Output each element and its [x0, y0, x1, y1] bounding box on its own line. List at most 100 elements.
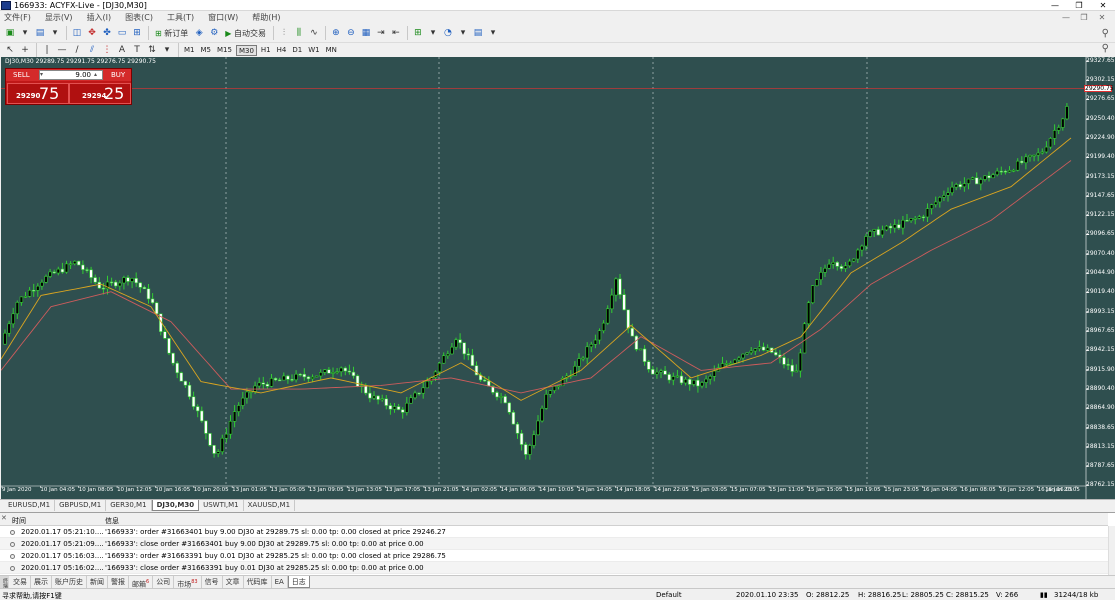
chart-tab-dj30[interactable]: DJ30,M30	[151, 500, 200, 511]
cursor-icon[interactable]: ↖	[3, 43, 17, 58]
candle-body	[224, 433, 229, 439]
data-window-icon[interactable]: ✥	[85, 26, 99, 41]
mdi-minimize-icon[interactable]: —	[1057, 11, 1075, 24]
dropdown-arrow-icon[interactable]: ▾	[426, 26, 440, 41]
log-row[interactable]: 2020.01.17 05:21:10.... '166933': order …	[0, 526, 1108, 538]
terminal-close-icon[interactable]: ✕	[1, 514, 7, 522]
terminal-icon[interactable]: ▭	[115, 26, 129, 41]
terminal-scrollbar[interactable]	[1108, 526, 1115, 576]
candlestick-icon[interactable]: ⫼	[292, 26, 306, 41]
indicators-icon[interactable]: ⊞	[411, 26, 425, 41]
menu-insert[interactable]: 插入(I)	[87, 11, 112, 24]
candle-body	[515, 423, 520, 434]
menu-view[interactable]: 显示(V)	[45, 11, 73, 24]
terminal-tab-history[interactable]: 账户历史	[52, 576, 87, 588]
dropdown-arrow-icon[interactable]: ▾	[48, 26, 62, 41]
autoscroll-icon[interactable]: ⇤	[389, 26, 403, 41]
mdi-restore-icon[interactable]: ❐	[1075, 11, 1093, 24]
timeframe-m5[interactable]: M5	[199, 45, 214, 56]
terminal-tab-signals[interactable]: 信号	[202, 576, 223, 588]
timeframe-m15[interactable]: M15	[215, 45, 234, 56]
dropdown-arrow-icon[interactable]: ▾	[456, 26, 470, 41]
dropdown-arrow-icon[interactable]: ▾	[18, 26, 32, 41]
profiles-icon[interactable]: ▤	[33, 26, 47, 41]
menu-window[interactable]: 窗口(W)	[208, 11, 238, 24]
timeframe-h4[interactable]: H4	[275, 45, 289, 56]
search-icon[interactable]: ⚲	[1102, 28, 1109, 39]
periods-icon[interactable]: ◔	[441, 26, 455, 41]
channel-icon[interactable]: ⫽	[85, 43, 99, 58]
templates-icon[interactable]: ▤	[471, 26, 485, 41]
options-icon[interactable]: ⚙	[207, 26, 221, 41]
menu-file[interactable]: 文件(F)	[4, 11, 31, 24]
chart-window[interactable]: DJ30,M30 29289.75 29291.75 29276.75 2929…	[1, 57, 1115, 499]
market-watch-icon[interactable]: ◫	[70, 26, 84, 41]
tile-windows-icon[interactable]: ▦	[359, 26, 373, 41]
auto-trading-button[interactable]: ▶ 自动交易	[222, 26, 269, 41]
crosshair-icon[interactable]: +	[18, 43, 32, 58]
chart-shift-icon[interactable]: ⇥	[374, 26, 388, 41]
menu-tools[interactable]: 工具(T)	[167, 11, 194, 24]
terminal-tab-news[interactable]: 新闻	[87, 576, 108, 588]
terminal-tab-mailbox[interactable]: 邮箱6	[129, 576, 154, 588]
terminal-tab-company[interactable]: 公司	[153, 576, 175, 588]
log-row[interactable]: 2020.01.17 05:16:02.... '166933': close …	[0, 562, 1108, 574]
log-row[interactable]: 2020.01.17 05:21:09.... '166933': close …	[0, 538, 1108, 550]
terminal-tab-market[interactable]: 市场83	[174, 576, 202, 588]
lot-increase-icon[interactable]: ▴	[94, 71, 97, 78]
fibonacci-icon[interactable]: ⋮	[100, 43, 114, 58]
sell-button[interactable]: SELL	[13, 71, 30, 80]
metaeditor-icon[interactable]: ◈	[192, 26, 206, 41]
terminal-tab-alerts[interactable]: 警报	[108, 576, 129, 588]
chart-tab-uswti[interactable]: USWTI,M1	[199, 500, 244, 511]
trendline-icon[interactable]: /	[70, 43, 84, 58]
mdi-close-icon[interactable]: ✕	[1093, 11, 1111, 24]
timeframe-m1[interactable]: M1	[182, 45, 197, 56]
chart-tab-eurusd[interactable]: EURUSD,M1	[4, 500, 56, 511]
sell-price-button[interactable]: 29290 75	[7, 83, 69, 104]
navigator-icon[interactable]: ✤	[100, 26, 114, 41]
chart-search-icon[interactable]: ⚲	[1102, 43, 1109, 54]
log-row[interactable]: 2020.01.17 05:16:03.... '166933': order …	[0, 550, 1108, 562]
close-icon[interactable]: ✕	[1091, 0, 1115, 11]
tester-icon[interactable]: ⊞	[130, 26, 144, 41]
price-chart[interactable]	[1, 57, 1115, 499]
minimize-icon[interactable]: —	[1043, 0, 1067, 11]
terminal-tab-journal[interactable]: 日志	[287, 576, 310, 588]
new-order-button[interactable]: ⊞ 新订单	[152, 26, 191, 41]
timeframe-mn[interactable]: MN	[324, 45, 339, 56]
bar-chart-icon[interactable]: ⫶	[277, 26, 291, 41]
terminal-tab-codebase[interactable]: 代码库	[244, 576, 272, 588]
vertical-line-icon[interactable]: |	[40, 43, 54, 58]
timeframe-h1[interactable]: H1	[259, 45, 273, 56]
text-icon[interactable]: A	[115, 43, 129, 58]
maximize-icon[interactable]: ❐	[1067, 0, 1091, 11]
arrows-icon[interactable]: ⇅	[145, 43, 159, 58]
menu-chart[interactable]: 图表(C)	[125, 11, 153, 24]
horizontal-line-icon[interactable]: —	[55, 43, 69, 58]
menu-help[interactable]: 帮助(H)	[252, 11, 280, 24]
terminal-tab-ea[interactable]: EA	[272, 576, 288, 588]
dropdown-arrow-icon[interactable]: ▾	[160, 43, 174, 58]
chart-tab-xauusd[interactable]: XAUUSD,M1	[244, 500, 296, 511]
new-chart-icon[interactable]: ▣	[3, 26, 17, 41]
column-message[interactable]: 信息	[105, 516, 119, 526]
dropdown-arrow-icon[interactable]: ▾	[486, 26, 500, 41]
timeframe-d1[interactable]: D1	[290, 45, 304, 56]
chart-tab-gbpusd[interactable]: GBPUSD,M1	[55, 500, 107, 511]
lot-decrease-icon[interactable]: ▾	[40, 71, 43, 78]
line-chart-icon[interactable]: ∿	[307, 26, 321, 41]
timeframe-m30[interactable]: M30	[235, 44, 257, 56]
buy-price-button[interactable]: 29294 25	[69, 83, 131, 104]
log-message: '166933': order #31663391 buy 0.01 DJ30 …	[105, 552, 446, 560]
label-icon[interactable]: T	[130, 43, 144, 58]
timeframe-w1[interactable]: W1	[306, 45, 321, 56]
terminal-tab-trade[interactable]: 交易	[10, 576, 31, 588]
zoom-out-icon[interactable]: ⊖	[344, 26, 358, 41]
zoom-in-icon[interactable]: ⊕	[329, 26, 343, 41]
chart-tab-ger30[interactable]: GER30,M1	[106, 500, 152, 511]
terminal-tab-exposure[interactable]: 展示	[31, 576, 52, 588]
terminal-tab-articles[interactable]: 文章	[223, 576, 244, 588]
column-time[interactable]: 时间	[12, 516, 26, 526]
buy-button[interactable]: BUY	[111, 71, 125, 80]
